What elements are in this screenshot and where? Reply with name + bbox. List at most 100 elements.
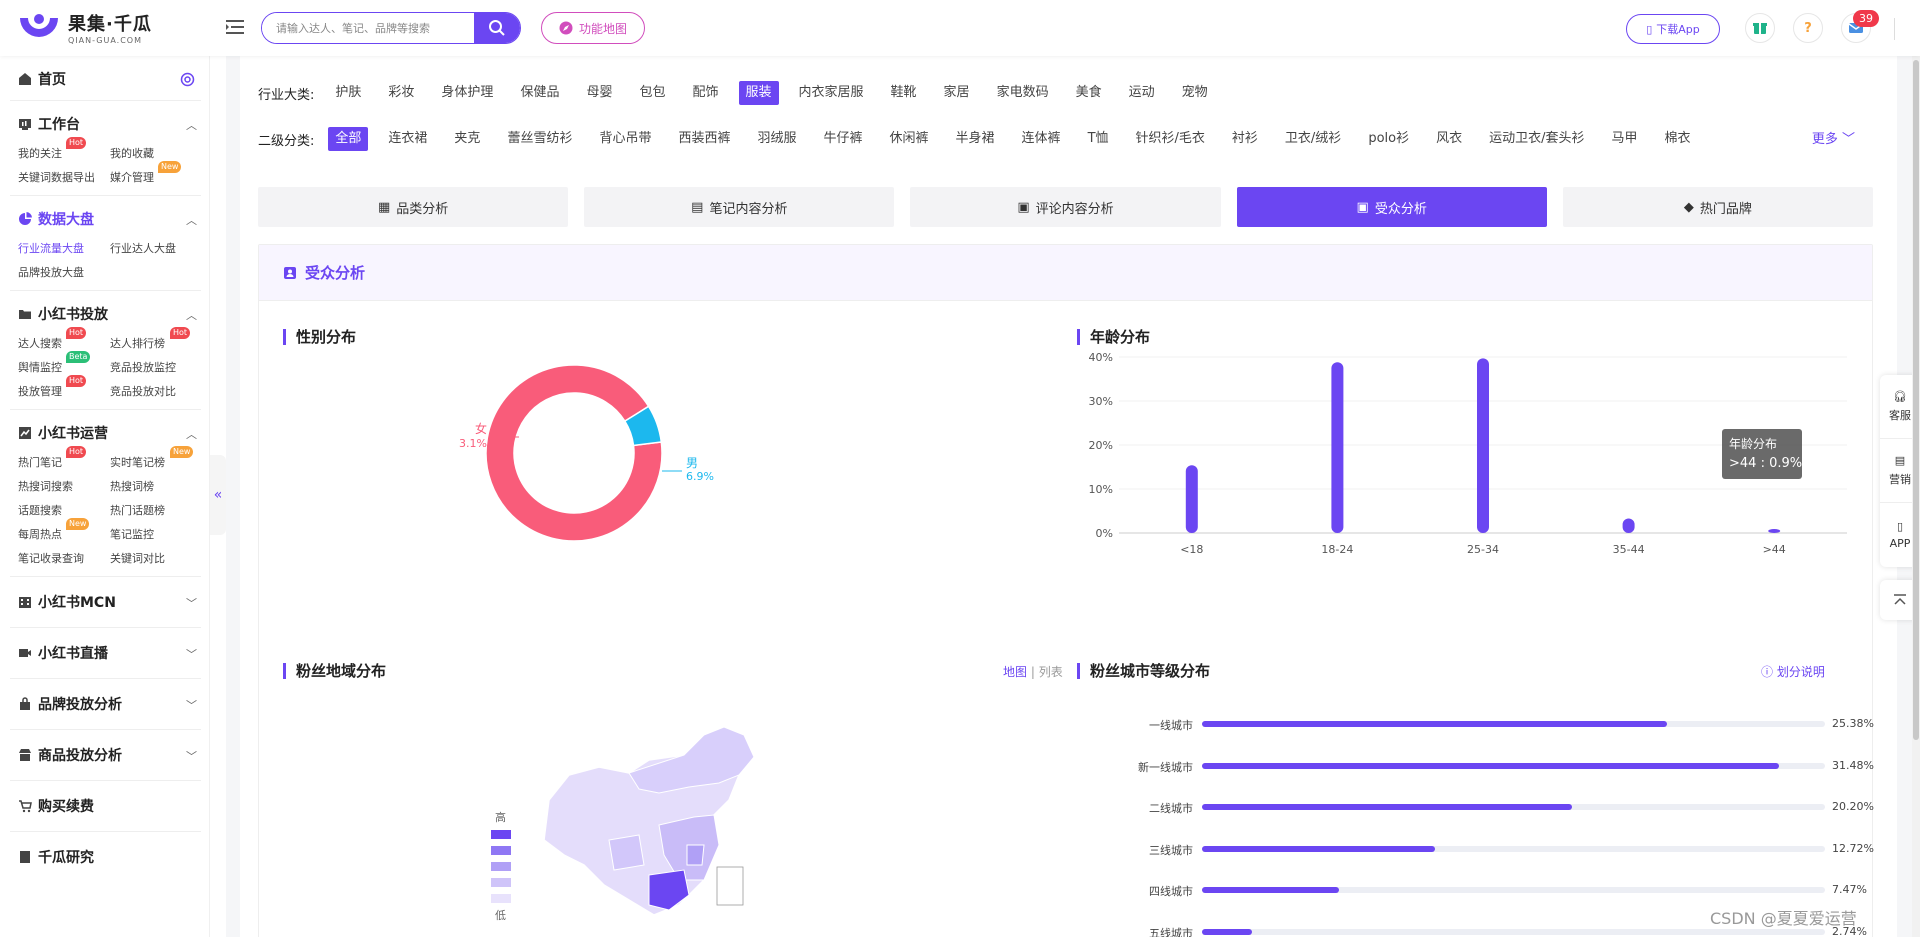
sidebar-item-hot-search[interactable]: 热搜词搜索 <box>18 478 110 494</box>
industry-option-3[interactable]: 保健品 <box>513 81 566 105</box>
sidebar-section-workbench[interactable]: 工作台 ︿ <box>10 111 201 137</box>
industry-option-12[interactable]: 美食 <box>1069 81 1109 105</box>
subcategory-option-4[interactable]: 背心吊带 <box>592 127 658 151</box>
sidebar-home[interactable]: 首页 <box>10 66 201 92</box>
sidebar-item-industry-kol[interactable]: 行业达人大盘 <box>110 240 202 256</box>
sidebar-item-placement-manage[interactable]: 投放管理 Hot <box>18 375 110 399</box>
sidebar-section-xhs-ops[interactable]: 小红书运营 ︿ <box>10 420 201 446</box>
industry-option-6[interactable]: 配饰 <box>685 81 725 105</box>
sidebar-section-live[interactable]: 小红书直播 ﹀ <box>10 640 201 666</box>
sidebar-item-my-follow[interactable]: 我的关注 Hot <box>18 137 110 161</box>
sidebar-item-my-collect[interactable]: 我的收藏 <box>110 145 202 161</box>
subcategory-option-18[interactable]: 马甲 <box>1605 127 1645 151</box>
sidebar-item-note-monitor[interactable]: 笔记监控 <box>110 526 202 542</box>
industry-option-9[interactable]: 鞋靴 <box>884 81 924 105</box>
subcategory-option-12[interactable]: 针织衫/毛衣 <box>1129 127 1212 151</box>
industry-option-0[interactable]: 护肤 <box>328 81 368 105</box>
industry-option-5[interactable]: 包包 <box>632 81 672 105</box>
logo[interactable]: 果集·千瓜 QIAN-GUA.COM <box>18 10 152 45</box>
sidebar-item-hot-topics[interactable]: 热门话题榜 <box>110 502 202 518</box>
sidebar-item-kol-search[interactable]: 达人搜索 Hot <box>18 327 110 351</box>
sidebar-collapse-handle[interactable]: « <box>210 455 226 535</box>
age-bar-4[interactable] <box>1768 529 1781 533</box>
sidebar-item-topic-search[interactable]: 话题搜索 <box>18 502 110 518</box>
subcategory-option-2[interactable]: 夹克 <box>447 127 487 151</box>
tier-bar-fill[interactable] <box>1202 887 1339 893</box>
subcategory-option-11[interactable]: T恤 <box>1081 127 1116 151</box>
industry-option-1[interactable]: 彩妆 <box>381 81 421 105</box>
sidebar-research[interactable]: 千瓜研究 <box>10 844 201 870</box>
sidebar-section-mcn[interactable]: 小红书MCN ﹀ <box>10 589 201 615</box>
help-icon[interactable]: ? <box>1793 13 1823 43</box>
sidebar-item-note-index[interactable]: 笔记收录查询 <box>18 550 110 566</box>
function-map-button[interactable]: 功能地图 <box>541 12 645 44</box>
industry-option-7[interactable]: 服装 <box>738 81 779 105</box>
scrollbar-thumb[interactable] <box>1913 60 1919 740</box>
industry-option-4[interactable]: 母婴 <box>579 81 619 105</box>
industry-option-8[interactable]: 内衣家居服 <box>792 81 871 105</box>
more-filter-button[interactable]: 更多 ﹀ <box>1812 128 1855 147</box>
age-bar-3[interactable] <box>1622 518 1635 533</box>
sidebar-item-industry-traffic[interactable]: 行业流量大盘 <box>18 240 110 256</box>
search-button[interactable] <box>474 13 520 43</box>
industry-option-14[interactable]: 宠物 <box>1175 81 1215 105</box>
subcategory-option-6[interactable]: 羽绒服 <box>750 127 803 151</box>
sidebar-item-weekly-hot[interactable]: 每周热点 New <box>18 518 110 542</box>
sidebar-purchase[interactable]: 购买续费 <box>10 793 201 819</box>
subcategory-option-10[interactable]: 连体裤 <box>1015 127 1068 151</box>
sidebar-item-hot-search-rank[interactable]: 热搜词榜 <box>110 478 202 494</box>
subcategory-option-19[interactable]: 棉衣 <box>1658 127 1698 151</box>
donut-slice-female[interactable] <box>485 364 663 542</box>
tier-bar-fill[interactable] <box>1202 845 1436 852</box>
menu-toggle-icon[interactable] <box>224 16 246 38</box>
tier-bar-fill[interactable] <box>1202 928 1253 935</box>
tier-bar-fill[interactable] <box>1202 804 1573 810</box>
download-app-button[interactable]: ▯ 下载App <box>1626 14 1720 44</box>
tier-info-link[interactable]: ⓘ 划分说明 <box>1761 663 1825 680</box>
subcategory-option-7[interactable]: 牛仔裤 <box>817 127 870 151</box>
gift-icon[interactable] <box>1745 13 1775 43</box>
subcategory-option-1[interactable]: 连衣裙 <box>381 127 434 151</box>
sidebar-section-brand-analysis[interactable]: 品牌投放分析 ﹀ <box>10 691 201 717</box>
sidebar-item-competitor-monitor[interactable]: 竞品投放监控 <box>110 359 202 375</box>
sidebar-item-hot-notes[interactable]: 热门笔记 Hot <box>18 446 110 470</box>
subcategory-option-17[interactable]: 运动卫衣/套头衫 <box>1482 127 1591 151</box>
list-view-toggle[interactable]: 列表 <box>1039 665 1063 679</box>
sidebar-item-competitor-compare[interactable]: 竞品投放对比 <box>110 383 202 399</box>
industry-option-11[interactable]: 家电数码 <box>990 81 1056 105</box>
tier-bar-fill[interactable] <box>1202 762 1779 769</box>
sidebar-item-media-manage[interactable]: 媒介管理 New <box>110 161 202 185</box>
subcategory-option-14[interactable]: 卫衣/绒衫 <box>1278 127 1348 151</box>
subcategory-option-9[interactable]: 半身裙 <box>949 127 1002 151</box>
tab-note-analysis[interactable]: ▤ 笔记内容分析 <box>584 187 895 227</box>
subcategory-option-13[interactable]: 衬衫 <box>1225 127 1265 151</box>
subcategory-option-15[interactable]: polo衫 <box>1361 127 1416 151</box>
sidebar-item-keyword-compare[interactable]: 关键词对比 <box>110 550 202 566</box>
tab-hot-brands[interactable]: ◆ 热门品牌 <box>1562 187 1874 227</box>
industry-option-2[interactable]: 身体护理 <box>434 81 500 105</box>
sidebar-item-keyword-export[interactable]: 关键词数据导出 <box>18 169 110 185</box>
tab-audience-analysis[interactable]: ▣ 受众分析 <box>1236 187 1547 227</box>
age-bar-1[interactable] <box>1331 362 1344 533</box>
tab-category-analysis[interactable]: ▦ 品类分析 <box>258 187 569 227</box>
subcategory-option-0[interactable]: 全部 <box>328 127 369 151</box>
subcategory-option-8[interactable]: 休闲裤 <box>883 127 936 151</box>
industry-option-10[interactable]: 家居 <box>937 81 977 105</box>
tab-comment-analysis[interactable]: ▣ 评论内容分析 <box>910 187 1221 227</box>
age-bar-2[interactable] <box>1477 358 1489 533</box>
subcategory-option-16[interactable]: 风衣 <box>1429 127 1469 151</box>
sidebar-item-sentiment[interactable]: 舆情监控 Beta <box>18 351 110 375</box>
age-bar-0[interactable] <box>1185 465 1198 533</box>
sidebar-section-data-board[interactable]: 数据大盘 ︿ <box>10 206 201 232</box>
sidebar-section-xhs-placement[interactable]: 小红书投放 ︿ <box>10 301 201 327</box>
sidebar-item-realtime-notes[interactable]: 实时笔记榜 New <box>110 446 202 470</box>
sidebar-item-kol-ranking[interactable]: 达人排行榜 Hot <box>110 327 202 351</box>
subcategory-option-3[interactable]: 蕾丝雪纺衫 <box>500 127 579 151</box>
industry-option-13[interactable]: 运动 <box>1122 81 1162 105</box>
sidebar-section-product-analysis[interactable]: 商品投放分析 ﹀ <box>10 742 201 768</box>
sidebar-item-brand-placement[interactable]: 品牌投放大盘 <box>18 264 110 280</box>
search-input[interactable] <box>262 13 474 43</box>
tier-bar-fill[interactable] <box>1202 721 1668 727</box>
map-view-toggle[interactable]: 地图 <box>1003 665 1027 679</box>
settings-icon[interactable] <box>180 72 195 87</box>
